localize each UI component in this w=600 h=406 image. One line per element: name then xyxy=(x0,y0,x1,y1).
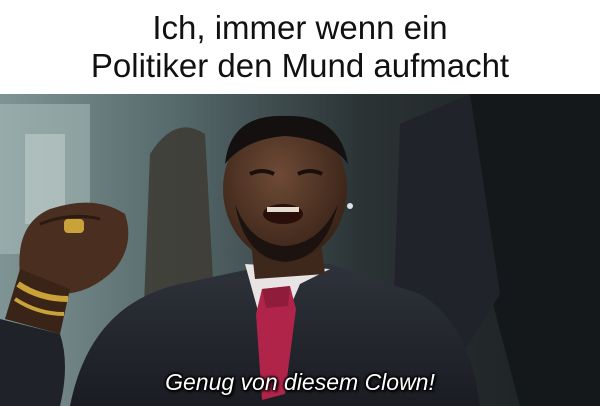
earring xyxy=(347,203,353,209)
movie-subtitle: Genug von diesem Clown! xyxy=(165,369,435,395)
movie-still-illustration xyxy=(0,94,600,406)
movie-still: Genug von diesem Clown! xyxy=(0,94,600,406)
caption-line-1: Ich, immer wenn ein xyxy=(152,9,448,46)
meme-image: Ich, immer wenn ein Politiker den Mund a… xyxy=(0,0,600,406)
gold-ring xyxy=(64,219,84,233)
top-caption: Ich, immer wenn ein Politiker den Mund a… xyxy=(0,0,600,94)
caption-line-2: Politiker den Mund aufmacht xyxy=(90,47,510,84)
